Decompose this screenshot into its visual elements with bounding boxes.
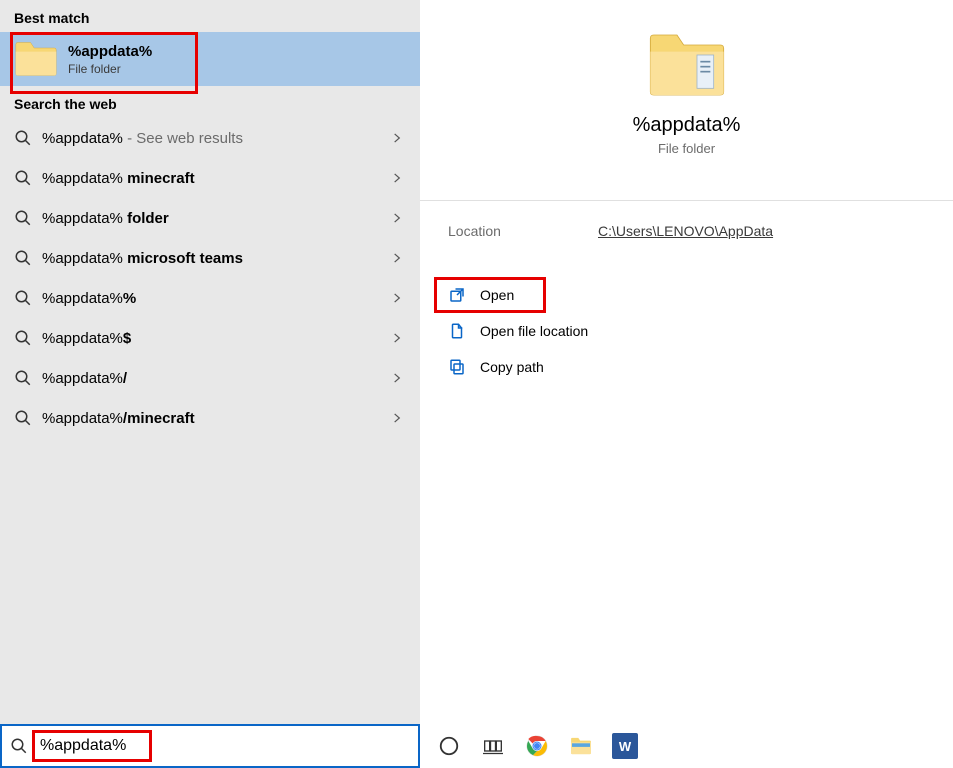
web-result-label: %appdata%/ <box>42 370 127 387</box>
web-result-label: %appdata% folder <box>42 210 169 227</box>
web-result-label: %appdata% microsoft teams <box>42 250 243 267</box>
file-location-icon <box>448 322 466 340</box>
chevron-right-icon <box>390 371 404 385</box>
web-result-label: %appdata%% <box>42 290 136 307</box>
open-label: Open <box>480 287 514 303</box>
folder-icon-large <box>647 30 727 100</box>
open-action[interactable]: Open <box>434 277 939 313</box>
file-explorer-icon[interactable] <box>568 733 594 759</box>
best-match-text: %appdata% File folder <box>68 43 152 76</box>
copy-path-label: Copy path <box>480 359 544 375</box>
search-icon <box>14 129 32 147</box>
search-web-header: Search the web <box>0 86 420 118</box>
open-file-location-action[interactable]: Open file location <box>434 313 939 349</box>
web-result-item[interactable]: %appdata%$ <box>0 318 420 358</box>
chevron-right-icon <box>390 171 404 185</box>
word-icon-label: W <box>619 739 631 754</box>
word-icon[interactable]: W <box>612 733 638 759</box>
taskbar: W <box>420 724 953 768</box>
web-result-item[interactable]: %appdata%/minecraft <box>0 398 420 438</box>
task-view-icon[interactable] <box>480 733 506 759</box>
best-match-title: %appdata% <box>68 43 152 60</box>
web-result-item[interactable]: %appdata% folder <box>0 198 420 238</box>
chrome-icon[interactable] <box>524 733 550 759</box>
open-file-location-label: Open file location <box>480 323 588 339</box>
web-result-item[interactable]: %appdata%% <box>0 278 420 318</box>
best-match-header: Best match <box>0 0 420 32</box>
best-match-subtitle: File folder <box>68 62 152 76</box>
chevron-right-icon <box>390 291 404 305</box>
location-label: Location <box>448 223 598 239</box>
actions-list: Open Open file location Copy path <box>420 277 953 385</box>
preview-subtitle: File folder <box>658 141 715 156</box>
search-icon <box>14 369 32 387</box>
divider <box>420 200 953 201</box>
folder-icon <box>14 40 58 78</box>
location-value[interactable]: C:\Users\LENOVO\AppData <box>598 223 773 239</box>
chevron-right-icon <box>390 251 404 265</box>
web-result-item[interactable]: %appdata% microsoft teams <box>0 238 420 278</box>
web-result-label: %appdata% - See web results <box>42 130 243 147</box>
search-bar[interactable] <box>0 724 420 768</box>
open-icon <box>448 286 466 304</box>
preview-title: %appdata% <box>633 114 741 137</box>
search-results-panel: Best match %appdata% File folder Search … <box>0 0 420 768</box>
search-icon <box>14 249 32 267</box>
web-result-item[interactable]: %appdata% - See web results <box>0 118 420 158</box>
web-result-label: %appdata%/minecraft <box>42 410 195 427</box>
copy-icon <box>448 358 466 376</box>
search-icon <box>14 289 32 307</box>
search-icon <box>14 209 32 227</box>
web-results-list: %appdata% - See web results %appdata% min… <box>0 118 420 438</box>
web-result-label: %appdata% minecraft <box>42 170 195 187</box>
search-icon <box>14 409 32 427</box>
search-input[interactable] <box>36 726 410 766</box>
web-result-label: %appdata%$ <box>42 330 131 347</box>
best-match-item[interactable]: %appdata% File folder <box>0 32 420 86</box>
chevron-right-icon <box>390 331 404 345</box>
chevron-right-icon <box>390 131 404 145</box>
chevron-right-icon <box>390 211 404 225</box>
web-result-item[interactable]: %appdata%/ <box>0 358 420 398</box>
preview-panel: %appdata% File folder Location C:\Users\… <box>420 0 953 768</box>
chevron-right-icon <box>390 411 404 425</box>
cortana-icon[interactable] <box>436 733 462 759</box>
search-icon <box>14 329 32 347</box>
location-row: Location C:\Users\LENOVO\AppData <box>420 219 953 243</box>
web-result-item[interactable]: %appdata% minecraft <box>0 158 420 198</box>
copy-path-action[interactable]: Copy path <box>434 349 939 385</box>
search-icon <box>10 737 28 755</box>
search-icon <box>14 169 32 187</box>
